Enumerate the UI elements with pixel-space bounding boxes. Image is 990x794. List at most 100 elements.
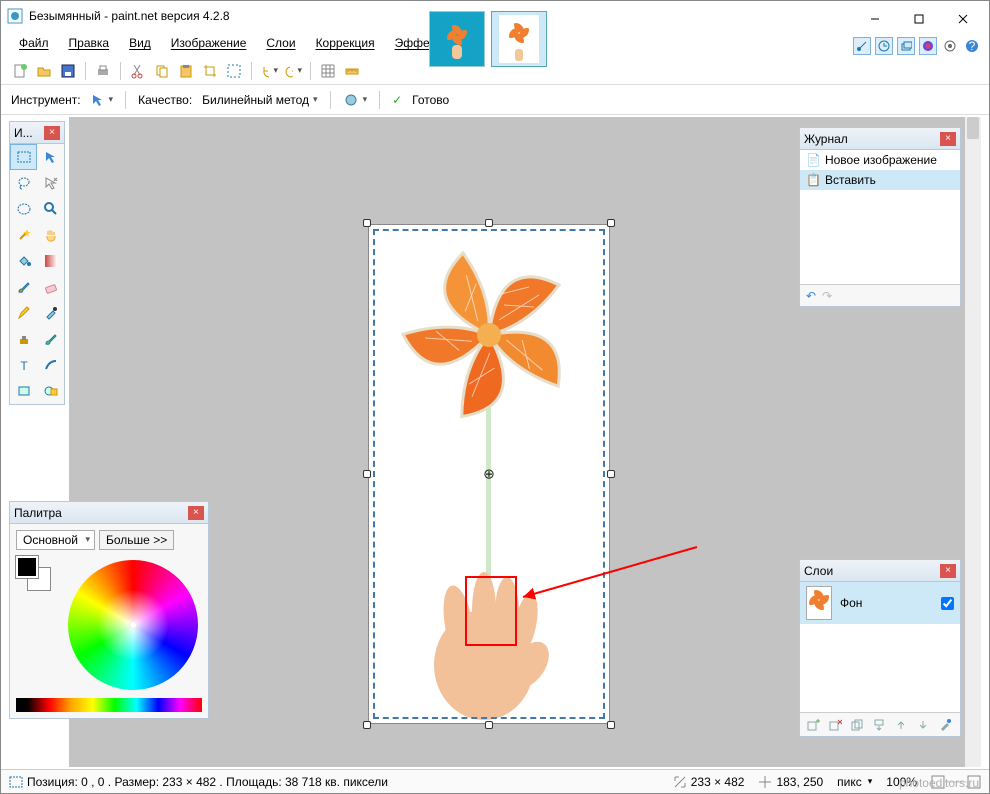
help-icon[interactable]: ?: [963, 37, 981, 55]
more-button[interactable]: Больше >>: [99, 530, 174, 550]
toolbox-header[interactable]: И... ×: [10, 122, 64, 144]
tool-zoom[interactable]: [37, 196, 64, 222]
layers-header[interactable]: Слои ×: [800, 560, 960, 582]
status-unit[interactable]: пикс▾: [837, 775, 872, 789]
tool-selector[interactable]: [91, 93, 114, 107]
tool-move-selection[interactable]: [37, 144, 64, 170]
history-header[interactable]: Журнал ×: [800, 128, 960, 150]
settings-icon[interactable]: [941, 37, 959, 55]
menu-layers[interactable]: Слои: [258, 34, 303, 52]
thumb-doc-2[interactable]: [491, 11, 547, 67]
vertical-scrollbar[interactable]: [965, 117, 981, 767]
layer-properties-icon[interactable]: [936, 716, 954, 734]
close-icon[interactable]: ×: [940, 132, 956, 146]
redo-icon[interactable]: [284, 62, 302, 80]
color-wheel[interactable]: [68, 560, 198, 690]
paste-icon[interactable]: [177, 62, 195, 80]
print-icon[interactable]: [94, 62, 112, 80]
layer-row[interactable]: Фон: [800, 582, 960, 624]
minimize-button[interactable]: [853, 5, 897, 33]
tool-color-picker[interactable]: [37, 300, 64, 326]
tool-rect-select[interactable]: [10, 144, 37, 170]
tool-rectangle[interactable]: [10, 378, 37, 404]
menu-file[interactable]: Файл: [11, 34, 57, 52]
save-file-icon[interactable]: [59, 62, 77, 80]
statusbar: Позиция: 0 , 0 . Размер: 233 × 482 . Пло…: [1, 769, 989, 793]
window-controls: [853, 5, 985, 33]
close-icon[interactable]: ×: [44, 126, 60, 140]
new-file-icon[interactable]: [11, 62, 29, 80]
layers-list[interactable]: Фон: [800, 582, 960, 712]
history-item[interactable]: 📄Новое изображение: [800, 150, 960, 170]
history-panel[interactable]: Журнал × 📄Новое изображение 📋Вставить ↶ …: [799, 127, 961, 307]
toolbox-panel[interactable]: И... × T: [9, 121, 65, 405]
add-layer-icon[interactable]: [804, 716, 822, 734]
deselect-icon[interactable]: [225, 62, 243, 80]
tool-shapes[interactable]: [37, 378, 64, 404]
tool-ellipse-select[interactable]: [10, 196, 37, 222]
undo-icon[interactable]: [260, 62, 278, 80]
ruler-icon[interactable]: [343, 62, 361, 80]
tools-window-toggle[interactable]: [853, 37, 871, 55]
crop-icon[interactable]: [201, 62, 219, 80]
tool-brush[interactable]: [10, 274, 37, 300]
cut-icon[interactable]: [129, 62, 147, 80]
tool-text[interactable]: T: [10, 352, 37, 378]
color-mode-select[interactable]: Основной: [16, 530, 95, 550]
layers-window-toggle[interactable]: [897, 37, 915, 55]
app-icon: [7, 8, 23, 24]
redo-icon[interactable]: ↷: [822, 289, 832, 303]
tool-clone[interactable]: [10, 326, 37, 352]
rect-icon: [9, 775, 23, 789]
move-down-icon[interactable]: [914, 716, 932, 734]
layers-title: Слои: [804, 564, 833, 578]
duplicate-layer-icon[interactable]: [848, 716, 866, 734]
color-swatches[interactable]: [16, 556, 56, 592]
hue-strip[interactable]: [16, 698, 202, 712]
close-icon[interactable]: ×: [940, 564, 956, 578]
separator: [85, 62, 86, 80]
utility-icons: ?: [853, 37, 981, 55]
separator: [120, 62, 121, 80]
canvas[interactable]: ⊕: [369, 225, 609, 723]
tool-pan[interactable]: [37, 222, 64, 248]
window-title: Безымянный - paint.net версия 4.2.8: [29, 9, 230, 23]
menu-edit[interactable]: Правка: [61, 34, 118, 52]
undo-icon[interactable]: ↶: [806, 289, 816, 303]
grid-icon[interactable]: [319, 62, 337, 80]
primary-color-swatch[interactable]: [16, 556, 38, 578]
palette-header[interactable]: Палитра ×: [10, 502, 208, 524]
history-list[interactable]: 📄Новое изображение 📋Вставить: [800, 150, 960, 284]
tool-magic-wand[interactable]: [10, 222, 37, 248]
tool-move-pixels[interactable]: [37, 170, 64, 196]
delete-layer-icon[interactable]: [826, 716, 844, 734]
toolbox-title: И...: [14, 126, 33, 140]
sampling-selector[interactable]: [343, 92, 368, 108]
tool-line[interactable]: [37, 352, 64, 378]
merge-down-icon[interactable]: [870, 716, 888, 734]
tool-fill[interactable]: [10, 248, 37, 274]
menu-correction[interactable]: Коррекция: [308, 34, 383, 52]
thumb-doc-1[interactable]: [429, 11, 485, 67]
palette-panel[interactable]: Палитра × Основной Больше >>: [9, 501, 209, 719]
menu-view[interactable]: Вид: [121, 34, 159, 52]
tool-gradient[interactable]: [37, 248, 64, 274]
tool-eraser[interactable]: [37, 274, 64, 300]
layer-visibility-checkbox[interactable]: [941, 597, 954, 610]
tool-recolor[interactable]: [37, 326, 64, 352]
layers-panel[interactable]: Слои × Фон: [799, 559, 961, 737]
menu-image[interactable]: Изображение: [163, 34, 255, 52]
close-button[interactable]: [941, 5, 985, 33]
tool-pencil[interactable]: [10, 300, 37, 326]
copy-icon[interactable]: [153, 62, 171, 80]
maximize-button[interactable]: [897, 5, 941, 33]
open-file-icon[interactable]: [35, 62, 53, 80]
history-item[interactable]: 📋Вставить: [800, 170, 960, 190]
colors-window-toggle[interactable]: [919, 37, 937, 55]
tool-lasso[interactable]: [10, 170, 37, 196]
history-window-toggle[interactable]: [875, 37, 893, 55]
quality-selector[interactable]: Билинейный метод: [202, 93, 317, 107]
check-icon: ✓: [392, 93, 402, 107]
move-up-icon[interactable]: [892, 716, 910, 734]
close-icon[interactable]: ×: [188, 506, 204, 520]
